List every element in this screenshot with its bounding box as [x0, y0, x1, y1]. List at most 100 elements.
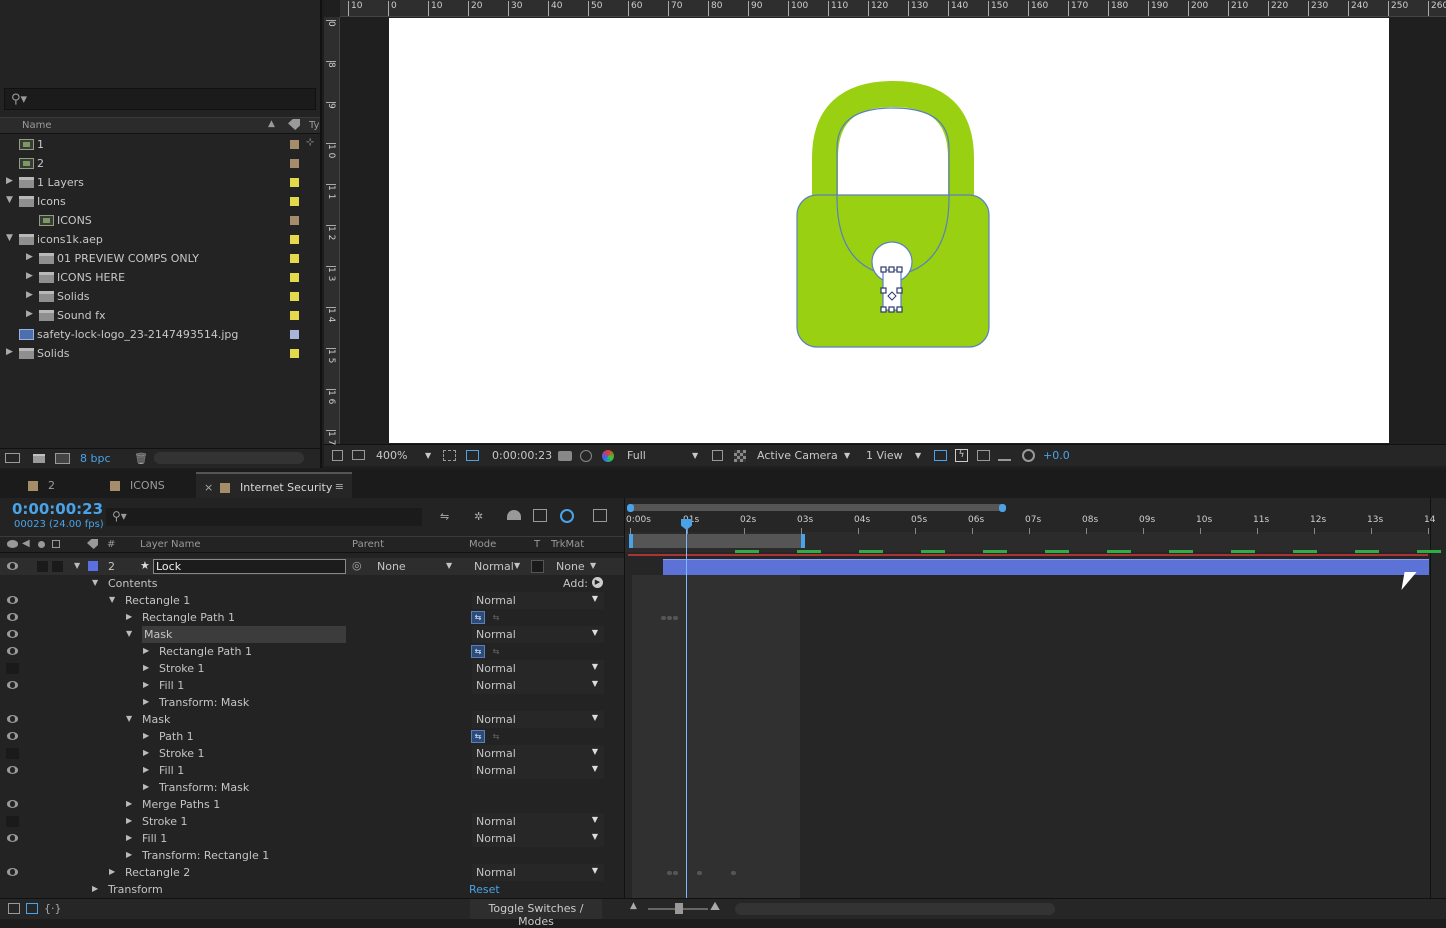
fit-icon[interactable] [443, 450, 456, 461]
twirl-closed-icon[interactable]: ▶ [143, 765, 149, 774]
label-color-swatch[interactable] [290, 178, 299, 187]
label-color-swatch[interactable] [290, 216, 299, 225]
property-row[interactable]: ▶ Transform: Mask [0, 779, 624, 796]
exposure-value[interactable]: +0.0 [1043, 449, 1070, 462]
keyframe-dot[interactable] [673, 871, 678, 875]
tab-icons[interactable]: ICONS [102, 472, 196, 498]
eye-icon[interactable] [7, 766, 18, 774]
trkmat-select[interactable]: None [556, 560, 585, 573]
eye-off-box[interactable] [6, 748, 19, 759]
blend-mode-select[interactable]: Normal ▼ [472, 745, 604, 762]
property-row[interactable]: ▶ Rectangle 2 Normal ▼ [0, 864, 624, 881]
label-tag-icon[interactable] [87, 539, 98, 549]
solo-switch-icon[interactable] [38, 541, 45, 548]
keyframe-dot[interactable] [673, 616, 678, 620]
project-item[interactable]: ▶ Solids [0, 344, 304, 363]
twirl-closed-icon[interactable]: ▶ [143, 697, 149, 706]
path-shape-icon[interactable]: ⇆ [471, 645, 485, 658]
eye-icon[interactable] [7, 732, 18, 740]
path-reverse-icon[interactable]: ⇆ [489, 611, 503, 624]
project-item[interactable]: ▶ 01 PREVIEW COMPS ONLY [0, 249, 304, 268]
column-t[interactable]: T [534, 539, 540, 550]
property-row[interactable]: ▶ Transform: Mask [0, 694, 624, 711]
project-item[interactable]: ▼ icons1k.aep [0, 230, 304, 249]
twirl-icon[interactable]: ▶ [26, 290, 33, 300]
current-time[interactable]: 0:00:00:23 [12, 500, 103, 518]
label-color-swatch[interactable] [290, 140, 299, 149]
timeline-hscrollbar[interactable] [735, 903, 1055, 915]
comp-mini-flowchart-icon[interactable]: ⇋ [440, 510, 449, 523]
add-icon[interactable]: ▶ [592, 577, 603, 588]
twirl-icon[interactable]: ▶ [26, 252, 33, 262]
eye-icon[interactable] [7, 715, 18, 723]
eye-icon[interactable] [7, 681, 18, 689]
snapshot-icon[interactable] [558, 451, 572, 461]
work-area-range[interactable] [629, 534, 805, 548]
twirl-icon[interactable]: ▶ [26, 309, 33, 319]
twirl-closed-icon[interactable]: ▶ [143, 782, 149, 791]
graph-editor-icon[interactable] [593, 509, 607, 522]
chevron-down-icon[interactable]: ▼ [514, 561, 520, 570]
eye-icon[interactable] [7, 613, 18, 621]
column-number[interactable]: # [107, 539, 115, 550]
channel-icon[interactable] [602, 450, 614, 462]
column-name[interactable]: Name [22, 120, 52, 131]
column-parent[interactable]: Parent [352, 539, 384, 550]
property-row[interactable]: ▶ Stroke 1 Normal ▼ [0, 813, 624, 830]
column-mode[interactable]: Mode [469, 539, 496, 550]
twirl-open-icon[interactable]: ▼ [74, 561, 80, 570]
project-item[interactable]: ▶ ICONS HERE [0, 268, 304, 287]
timeline-vscrollbar[interactable] [1430, 498, 1446, 898]
keyframe-dot[interactable] [667, 871, 672, 875]
path-shape-icon[interactable]: ⇆ [471, 730, 485, 743]
keyframe-dot[interactable] [661, 616, 666, 620]
interpret-footage-icon[interactable] [5, 453, 20, 463]
twirl-closed-icon[interactable]: ▶ [126, 799, 132, 808]
pickwhip-icon[interactable]: ◎ [352, 559, 362, 572]
frame-blending-icon[interactable] [533, 509, 547, 522]
project-item[interactable]: ICONS [0, 211, 304, 230]
expand-in-out-icon[interactable]: {·} [44, 902, 62, 915]
twirl-open-icon[interactable]: ▼ [92, 578, 98, 587]
twirl-icon[interactable]: ▼ [6, 233, 13, 243]
camera-select[interactable]: Active Camera [757, 449, 838, 462]
reset-link[interactable]: Reset [469, 883, 500, 896]
label-color-swatch[interactable] [290, 159, 299, 168]
lock-box[interactable] [52, 561, 63, 572]
zoom-slider-thumb[interactable] [675, 903, 683, 914]
twirl-icon[interactable]: ▶ [6, 347, 13, 357]
video-switch-icon[interactable] [7, 540, 18, 548]
label-color-swatch[interactable] [290, 235, 299, 244]
project-item[interactable]: safety-lock-logo_23-2147493514.jpg [0, 325, 304, 344]
twirl-closed-icon[interactable]: ▶ [109, 867, 115, 876]
transparency-grid-icon[interactable] [734, 450, 746, 462]
current-time-indicator[interactable] [686, 528, 687, 898]
label-color-swatch[interactable] [290, 254, 299, 263]
resolution-select[interactable]: Full [627, 449, 646, 462]
twirl-closed-icon[interactable]: ▶ [126, 816, 132, 825]
blend-mode-select[interactable]: Normal ▼ [472, 813, 604, 830]
property-row[interactable]: ▼ Rectangle 1 Normal ▼ [0, 592, 624, 609]
property-row[interactable]: ▶ Stroke 1 Normal ▼ [0, 745, 624, 762]
twirl-closed-icon[interactable]: ▶ [143, 731, 149, 740]
chevron-down-icon[interactable]: ▼ [590, 561, 596, 570]
property-row[interactable]: ▼ Mask Normal ▼ [0, 711, 624, 728]
zoom-in-icon[interactable]: ⛰ [710, 899, 720, 914]
keyframe-dot[interactable] [697, 871, 702, 875]
new-folder-icon[interactable] [33, 454, 45, 463]
label-color-swatch[interactable] [290, 330, 299, 339]
eye-off-box[interactable] [6, 816, 19, 827]
navigator-end-handle[interactable] [999, 504, 1006, 512]
mode-select[interactable]: Normal [474, 560, 514, 573]
layer-row[interactable]: ▼ 2 ★ Lock ◎ None ▼ Normal ▼ None ▼ [0, 558, 624, 575]
path-reverse-icon[interactable]: ⇆ [489, 645, 503, 658]
flowchart-icon[interactable] [998, 450, 1011, 461]
label-color-swatch[interactable] [290, 311, 299, 320]
mask-visibility-icon[interactable] [466, 450, 479, 461]
project-search-input[interactable]: ⚲▾ [4, 88, 316, 110]
parent-select[interactable]: None [377, 560, 406, 573]
project-item[interactable]: ▶ Solids [0, 287, 304, 306]
eye-icon[interactable] [7, 630, 18, 638]
property-row[interactable]: ▶ Merge Paths 1 [0, 796, 624, 813]
chevron-down-icon[interactable]: ▼ [692, 451, 698, 460]
